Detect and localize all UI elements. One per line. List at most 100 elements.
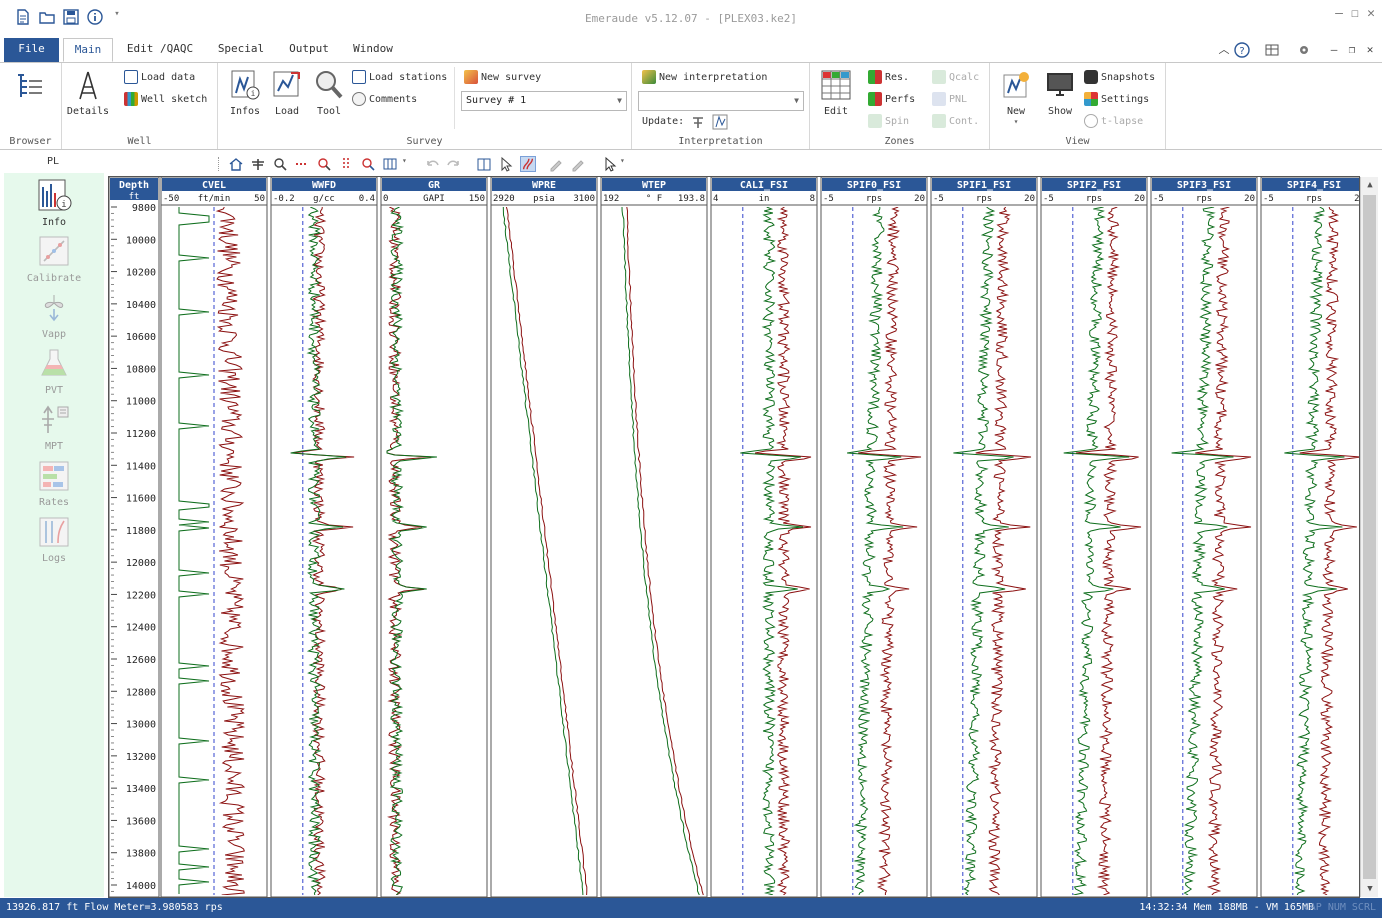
close-icon[interactable]: ✕ <box>1362 6 1380 22</box>
zoom-marker-icon[interactable] <box>316 156 332 172</box>
doc-minimize-icon[interactable]: — <box>1326 42 1342 58</box>
depth-tick-label: 13200 <box>126 752 156 763</box>
perfs-icon <box>868 92 882 106</box>
details-label: Details <box>66 106 110 117</box>
layout-icon[interactable] <box>1264 42 1280 58</box>
curve-select-icon[interactable] <box>520 156 536 172</box>
survey-select[interactable]: Survey # 1 ▼ <box>461 91 627 111</box>
new-view-icon <box>1003 72 1029 98</box>
sidebar-item-label: Rates <box>38 497 70 508</box>
help-icon[interactable]: ? <box>1234 42 1250 58</box>
options-gear-icon[interactable] <box>1296 42 1312 58</box>
infos-button[interactable]: i Infos <box>223 69 267 117</box>
sidebar-item-mpt[interactable]: MPT <box>4 403 104 452</box>
vertical-scrollbar[interactable]: ▲ ▼ <box>1360 177 1378 897</box>
new-survey-button[interactable]: New survey <box>464 69 541 87</box>
details-button[interactable]: Details <box>66 69 110 117</box>
doc-restore-icon[interactable]: ❐ <box>1344 42 1360 58</box>
tab-edit-qaqc[interactable]: Edit /QAQC <box>122 38 198 62</box>
erase-curve-icon[interactable] <box>570 156 586 172</box>
tab-main[interactable]: Main <box>63 38 113 62</box>
dashed-marker-icon[interactable] <box>294 156 310 172</box>
book-icon[interactable] <box>476 156 492 172</box>
log-plot-area[interactable]: Depth ft 9800 10000 10200 10400 10600 10800 1100… <box>108 176 1360 898</box>
tab-output[interactable]: Output <box>282 38 336 62</box>
settings-button[interactable]: Settings <box>1084 91 1149 109</box>
sidebar-item-calibrate[interactable]: Calibrate <box>4 235 104 284</box>
sidebar-item-pvt[interactable]: PVT <box>4 347 104 396</box>
chevron-down-icon[interactable]: ▾ <box>620 156 636 172</box>
load-stations-icon <box>352 70 366 84</box>
sidebar-item-vapp[interactable]: Vapp <box>4 291 104 340</box>
depth-tick-label: 9800 <box>132 203 156 214</box>
collapse-ribbon-icon[interactable]: ︿ <box>1216 42 1232 58</box>
sidebar-item-logs[interactable]: Logs <box>4 515 104 564</box>
group-label-well: Well <box>127 136 152 147</box>
comments-icon <box>352 92 366 106</box>
tab-special[interactable]: Special <box>210 38 272 62</box>
undo-icon[interactable] <box>424 156 440 172</box>
track-min-label: -5 <box>1043 194 1054 204</box>
sidebar-item-rates[interactable]: Rates <box>4 459 104 508</box>
track-unit-label: psia <box>533 194 555 204</box>
tlapse-button[interactable]: t-lapse <box>1084 113 1143 131</box>
sidebar-item-label: Vapp <box>41 329 67 340</box>
interpretation-select[interactable]: ▼ <box>638 91 804 111</box>
update-tool-icon[interactable] <box>690 114 706 130</box>
pnl-button[interactable]: PNL <box>932 91 967 109</box>
res-button[interactable]: Res. <box>868 69 909 87</box>
track-title: SPIF4_FSI <box>1287 180 1341 191</box>
redo-icon[interactable] <box>446 156 462 172</box>
qcalc-icon <box>932 70 946 84</box>
title-bar: ▾ Emeraude v5.12.07 - [PLEX03.ke2] — ☐ ✕ <box>0 0 1382 36</box>
toolbar-grip <box>218 157 219 171</box>
update-label: Update: <box>642 116 685 127</box>
calibrate-icon <box>39 236 69 266</box>
show-view-button[interactable]: Show <box>1038 69 1082 117</box>
tool-button[interactable]: Tool <box>307 69 351 117</box>
scroll-down-icon[interactable]: ▼ <box>1361 881 1379 897</box>
load-data-button[interactable]: Load data <box>124 69 195 87</box>
new-view-button[interactable]: New ▾ <box>994 69 1038 126</box>
home-icon[interactable] <box>228 156 244 172</box>
cont-button[interactable]: Cont. <box>932 113 979 131</box>
edit-zones-button[interactable]: Edit <box>814 69 858 117</box>
depth-tick-label: 12400 <box>126 623 156 634</box>
pointer-curve-icon[interactable] <box>498 156 514 172</box>
tab-window[interactable]: Window <box>346 38 400 62</box>
cont-icon <box>932 114 946 128</box>
zoom-out-icon[interactable] <box>360 156 376 172</box>
group-label-interpretation: Interpretation <box>678 136 763 147</box>
window-title: Emeraude v5.12.07 - [PLEX03.ke2] <box>585 12 797 25</box>
spin-button[interactable]: Spin <box>868 113 909 131</box>
chevron-down-icon[interactable]: ▾ <box>402 156 418 172</box>
select-cursor-icon[interactable] <box>602 156 618 172</box>
load-stations-button[interactable]: Load stations <box>352 69 447 87</box>
comments-button[interactable]: Comments <box>352 91 417 109</box>
doc-close-icon[interactable]: ✕ <box>1362 42 1378 58</box>
scroll-up-icon[interactable]: ▲ <box>1361 177 1379 193</box>
well-sketch-button[interactable]: Well sketch <box>124 91 207 109</box>
update-log-icon[interactable] <box>712 114 728 130</box>
depth-tick-label: 11800 <box>126 526 156 537</box>
depth-tick-label: 12200 <box>126 590 156 601</box>
group-browser: Browser <box>0 63 62 149</box>
new-interpretation-button[interactable]: New interpretation <box>642 69 767 87</box>
load-button[interactable]: Load <box>265 69 309 117</box>
log-tracks-svg[interactable]: Depthft9800 10000 10200 10400 10600 10800 1100… <box>109 177 1359 897</box>
qcalc-button[interactable]: Qcalc <box>932 69 979 87</box>
snapshots-button[interactable]: Snapshots <box>1084 69 1155 87</box>
scrollbar-thumb[interactable] <box>1363 195 1376 879</box>
depth-tick-label: 12000 <box>126 558 156 569</box>
zoom-depth-icon[interactable] <box>272 156 288 172</box>
perfs-button[interactable]: Perfs <box>868 91 915 109</box>
rates-bars-icon <box>39 461 69 491</box>
well-head-icon[interactable] <box>250 156 266 172</box>
track-layout-icon[interactable] <box>382 156 398 172</box>
sidebar-item-info[interactable]: i Info <box>4 179 104 228</box>
edit-curve-icon[interactable] <box>548 156 564 172</box>
browser-tree-icon[interactable] <box>14 71 46 103</box>
vertical-dash-icon[interactable] <box>338 156 354 172</box>
tab-file[interactable]: File <box>4 38 59 62</box>
group-survey: i Infos Load Tool Load stations Comments… <box>218 63 632 149</box>
